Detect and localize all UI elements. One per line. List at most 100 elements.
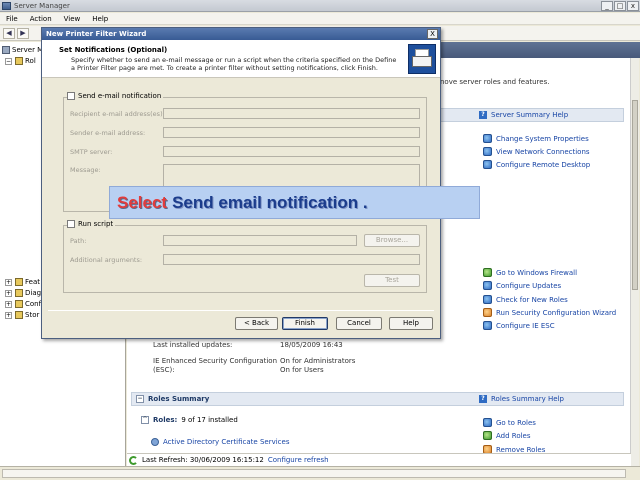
server-summary-help[interactable]: ? Server Summary Help bbox=[479, 109, 568, 121]
updates-icon bbox=[483, 281, 492, 290]
script-checkbox-box[interactable] bbox=[67, 220, 75, 228]
roles-count-row: ^ Roles: 9 of 17 installed bbox=[141, 416, 238, 424]
last-refresh-text: Last Refresh: 30/06/2009 16:15:12 bbox=[142, 456, 264, 464]
email-checkbox-box[interactable] bbox=[67, 92, 75, 100]
configure-updates-link[interactable]: Configure Updates bbox=[483, 280, 561, 291]
minimize-button[interactable]: _ bbox=[601, 1, 613, 11]
path-field[interactable] bbox=[163, 235, 357, 246]
finish-button[interactable]: Finish bbox=[282, 317, 328, 330]
add-roles-icon bbox=[483, 431, 492, 440]
smtp-server-label: SMTP server: bbox=[70, 148, 113, 156]
tree-item-features[interactable]: + Feat bbox=[5, 277, 40, 287]
folder-icon bbox=[15, 57, 23, 65]
test-button[interactable]: Test bbox=[364, 274, 420, 287]
send-email-notification-checkbox[interactable]: Send e-mail notification bbox=[67, 92, 164, 100]
ie-esc-label: IE Enhanced Security Configuration bbox=[153, 357, 278, 365]
intro-text: nove server roles and features. bbox=[440, 78, 550, 86]
tree-item-storage[interactable]: + Stor bbox=[5, 310, 39, 320]
ie-esc-label-suffix: (ESC): bbox=[153, 366, 175, 374]
roles-label: Roles: bbox=[153, 416, 178, 424]
configure-ie-esc-link[interactable]: Configure IE ESC bbox=[483, 320, 555, 331]
expand-icon[interactable]: + bbox=[5, 311, 12, 319]
certificate-services-icon bbox=[151, 438, 159, 446]
arguments-label: Additional arguments: bbox=[70, 256, 143, 264]
sender-field[interactable] bbox=[163, 127, 420, 138]
remote-desktop-icon bbox=[483, 160, 492, 169]
security-wizard-icon bbox=[483, 308, 492, 317]
sender-label: Sender e-mail address: bbox=[70, 129, 146, 137]
status-bar: Last Refresh: 30/06/2009 16:15:12 Config… bbox=[127, 453, 631, 466]
configure-remote-desktop-link[interactable]: Configure Remote Desktop bbox=[483, 159, 590, 170]
expand-icon[interactable]: + bbox=[5, 289, 12, 297]
menu-action[interactable]: Action bbox=[24, 15, 58, 23]
smtp-server-field[interactable] bbox=[163, 146, 420, 157]
roles-icon bbox=[483, 295, 492, 304]
callout-verb: Select bbox=[117, 192, 168, 212]
menu-help[interactable]: Help bbox=[86, 15, 114, 23]
security-configuration-wizard-link[interactable]: Run Security Configuration Wizard bbox=[483, 307, 616, 318]
tree-item-configuration[interactable]: + Conf bbox=[5, 299, 41, 309]
last-installed-updates-value: 18/05/2009 16:43 bbox=[280, 341, 343, 349]
wizard-page-description: Specify whether to send an e-mail messag… bbox=[71, 56, 397, 72]
menu-view[interactable]: View bbox=[58, 15, 87, 23]
windows-firewall-link[interactable]: Go to Windows Firewall bbox=[483, 267, 577, 278]
go-to-roles-link[interactable]: Go to Roles bbox=[483, 417, 536, 428]
recipient-field[interactable] bbox=[163, 108, 420, 119]
tree-item-diagnostics[interactable]: + Diag bbox=[5, 288, 41, 298]
message-label: Message: bbox=[70, 166, 101, 174]
ie-esc-icon bbox=[483, 321, 492, 330]
new-printer-filter-wizard: New Printer Filter Wizard X Set Notifica… bbox=[41, 27, 441, 339]
roles-summary-title: Roles Summary bbox=[148, 395, 210, 403]
folder-icon bbox=[15, 300, 23, 308]
folder-icon bbox=[15, 311, 23, 319]
close-window-button[interactable]: x bbox=[627, 1, 639, 11]
path-label: Path: bbox=[70, 237, 87, 245]
cancel-button[interactable]: Cancel bbox=[336, 317, 382, 330]
scrollbar-track[interactable] bbox=[2, 469, 626, 478]
collapse-icon[interactable]: − bbox=[5, 57, 12, 65]
wizard-close-button[interactable]: X bbox=[427, 29, 438, 39]
firewall-icon bbox=[483, 268, 492, 277]
configure-refresh-link[interactable]: Configure refresh bbox=[268, 456, 329, 464]
folder-icon bbox=[15, 289, 23, 297]
arguments-field[interactable] bbox=[163, 254, 420, 265]
recipient-label: Recipient e-mail address(es): bbox=[70, 110, 165, 118]
roles-count: 9 of 17 installed bbox=[181, 416, 238, 424]
view-network-connections-link[interactable]: View Network Connections bbox=[483, 146, 590, 157]
help-button[interactable]: Help bbox=[389, 317, 433, 330]
expand-icon[interactable]: + bbox=[5, 300, 12, 308]
window-title: Server Manager bbox=[14, 1, 70, 10]
expand-icon[interactable]: + bbox=[5, 278, 12, 286]
roles-summary-help[interactable]: ? Roles Summary Help bbox=[479, 393, 564, 405]
folder-icon bbox=[15, 278, 23, 286]
wizard-titlebar: New Printer Filter Wizard bbox=[42, 28, 440, 40]
back-button[interactable]: < Back bbox=[235, 317, 278, 330]
help-icon: ? bbox=[479, 111, 487, 119]
change-system-properties-link[interactable]: Change System Properties bbox=[483, 133, 589, 144]
scrollbar-thumb[interactable] bbox=[632, 100, 638, 290]
go-to-roles-icon bbox=[483, 418, 492, 427]
vertical-scrollbar[interactable] bbox=[630, 58, 639, 466]
tree-item-server-manager[interactable]: Server M bbox=[2, 45, 43, 55]
forward-arrow-icon[interactable]: ▶ bbox=[17, 27, 29, 39]
run-script-checkbox[interactable]: Run script bbox=[67, 220, 116, 228]
tree-item-roles[interactable]: − Rol bbox=[5, 56, 36, 66]
maximize-button[interactable]: □ bbox=[614, 1, 626, 11]
server-manager-titlebar: Server Manager _ □ x bbox=[0, 0, 640, 12]
check-new-roles-link[interactable]: Check for New Roles bbox=[483, 294, 568, 305]
horizontal-scrollbar[interactable] bbox=[0, 466, 640, 480]
collapse-section-icon[interactable]: − bbox=[136, 395, 144, 403]
browse-button[interactable]: Browse... bbox=[364, 234, 420, 247]
wizard-separator bbox=[48, 310, 434, 311]
callout-target: Send email notification . bbox=[172, 192, 368, 212]
collapse-roles-icon[interactable]: ^ bbox=[141, 416, 149, 424]
back-arrow-icon[interactable]: ◀ bbox=[3, 27, 15, 39]
role-item-ad-cs[interactable]: Active Directory Certificate Services bbox=[151, 438, 289, 446]
menu-file[interactable]: File bbox=[0, 15, 24, 23]
run-script-label[interactable]: Run script bbox=[78, 220, 113, 228]
add-roles-link[interactable]: Add Roles bbox=[483, 430, 531, 441]
send-email-notification-label[interactable]: Send e-mail notification bbox=[78, 92, 161, 100]
window-buttons: _ □ x bbox=[601, 1, 639, 11]
system-properties-icon bbox=[483, 134, 492, 143]
network-icon bbox=[483, 147, 492, 156]
